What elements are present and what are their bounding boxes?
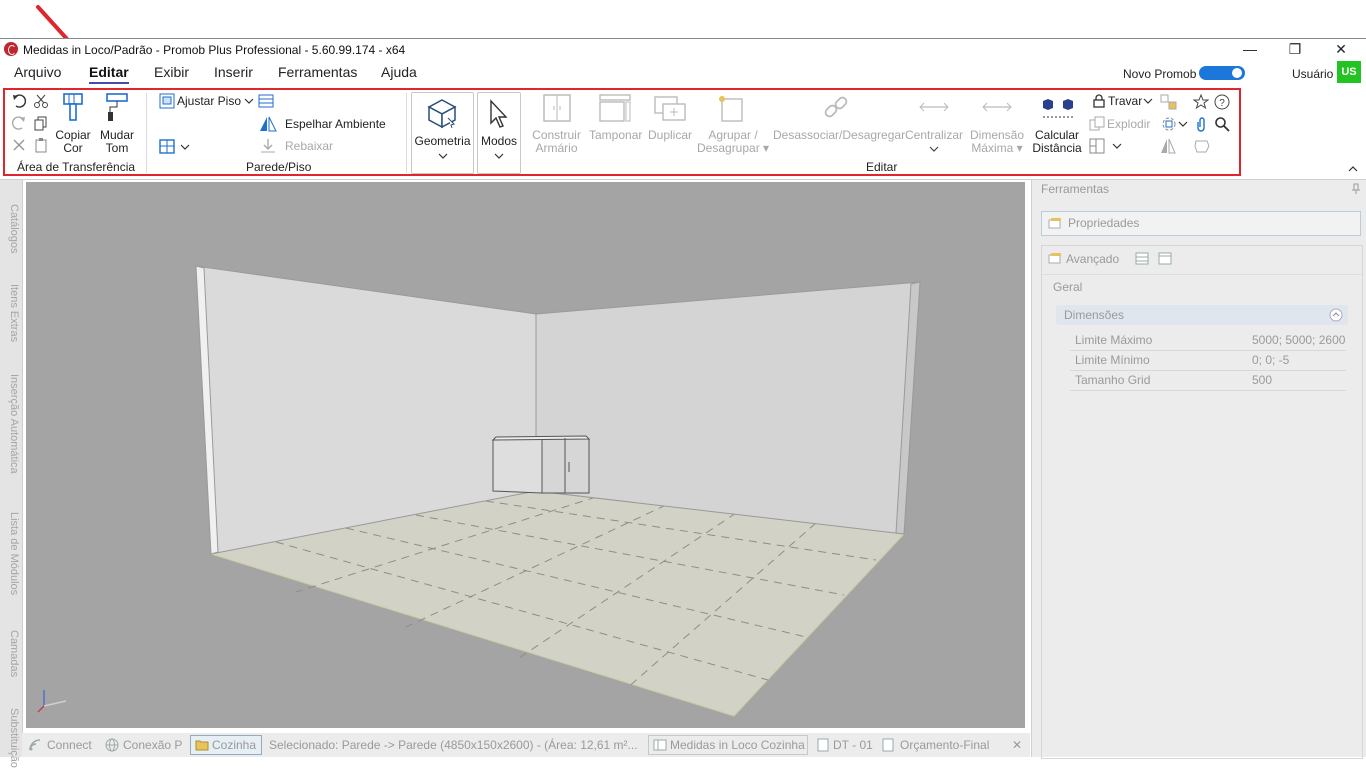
user-avatar[interactable]: US	[1337, 61, 1361, 83]
list-view-icon[interactable]	[1135, 252, 1149, 265]
advanced-properties: Avançado Geral Dimensões Limite Máximo 5…	[1041, 245, 1363, 759]
medidas-doc-tab[interactable]: Medidas in Loco Cozinha	[648, 735, 808, 755]
property-row: Tamanho Grid 500	[1070, 370, 1346, 391]
novo-promob-toggle[interactable]	[1199, 66, 1245, 80]
section-dimensoes[interactable]: Dimensões	[1056, 305, 1348, 325]
status-bar: Connect Conexão P Cozinha Selecionado: P…	[22, 733, 1030, 757]
selection-status: Selecionado: Parede -> Parede (4850x150x…	[269, 738, 638, 752]
divider	[1042, 274, 1362, 275]
collapse-ribbon-icon[interactable]	[1348, 165, 1358, 173]
tab-catalogos[interactable]: Catálogos	[2, 204, 20, 254]
folder-icon	[195, 740, 209, 751]
restore-button[interactable]: ❐	[1272, 39, 1318, 61]
minimize-button[interactable]: —	[1227, 39, 1273, 61]
menu-bar: Arquivo Editar Exibir Inserir Ferramenta…	[0, 60, 1366, 86]
promob-logo-icon	[4, 42, 18, 56]
tab-insercao-automatica[interactable]: Inserção Automática	[2, 374, 20, 474]
tab-geral[interactable]: Geral	[1053, 280, 1082, 294]
conexao-status[interactable]: Conexão P	[123, 738, 182, 752]
menu-ferramentas[interactable]: Ferramentas	[278, 64, 357, 80]
annotation-highlight-box	[3, 88, 1241, 176]
properties-icon	[1048, 218, 1061, 229]
close-tab-button[interactable]: ✕	[1012, 738, 1022, 752]
connect-icon	[29, 739, 41, 751]
collapse-up-icon[interactable]	[1329, 308, 1343, 322]
row-value[interactable]: 500	[1252, 373, 1272, 387]
grid-view-icon[interactable]	[1158, 252, 1172, 265]
cozinha-label: Cozinha	[212, 738, 257, 752]
avancado-label[interactable]: Avançado	[1066, 252, 1119, 266]
row-label: Limite Mínimo	[1075, 353, 1150, 367]
dt-tab[interactable]: DT - 01	[833, 738, 873, 752]
document-icon	[882, 738, 894, 752]
tab-substituicao[interactable]: Substituição	[2, 708, 20, 768]
connect-status[interactable]: Connect	[47, 738, 92, 752]
row-value[interactable]: 5000; 5000; 2600	[1252, 333, 1345, 347]
menu-exibir[interactable]: Exibir	[154, 64, 189, 80]
close-button[interactable]: ✕	[1318, 39, 1364, 61]
pin-icon[interactable]	[1351, 183, 1361, 195]
tab-itens-extras[interactable]: Itens Extras	[2, 284, 20, 342]
row-label: Tamanho Grid	[1075, 373, 1151, 387]
property-row: Limite Mínimo 0; 0; -5	[1070, 350, 1346, 371]
room-scene	[37, 265, 921, 717]
window-title: Medidas in Loco/Padrão - Promob Plus Pro…	[23, 43, 406, 57]
properties-icon	[1048, 253, 1061, 264]
dimensoes-label: Dimensões	[1064, 308, 1125, 322]
menu-arquivo[interactable]: Arquivo	[14, 64, 61, 80]
medidas-doc-label: Medidas in Loco Cozinha	[670, 738, 805, 752]
menu-inserir[interactable]: Inserir	[214, 64, 253, 80]
document-icon	[817, 738, 829, 752]
left-dock: Catálogos Itens Extras Inserção Automáti…	[0, 180, 23, 768]
title-bar: Medidas in Loco/Padrão - Promob Plus Pro…	[0, 38, 1366, 61]
cozinha-tab[interactable]: Cozinha	[190, 735, 262, 755]
menu-editar[interactable]: Editar	[89, 64, 129, 84]
menu-ajuda[interactable]: Ajuda	[381, 64, 417, 80]
property-row: Limite Máximo 5000; 5000; 2600	[1070, 330, 1346, 351]
novo-promob-label: Novo Promob	[1123, 67, 1197, 81]
user-label[interactable]: Usuário	[1292, 67, 1333, 81]
row-value[interactable]: 0; 0; -5	[1252, 353, 1289, 367]
tools-panel: Ferramentas Propriedades Avançado Geral …	[1031, 180, 1366, 759]
document-layout-icon	[653, 739, 667, 751]
tab-lista-de-modulos[interactable]: Lista de Módulos	[2, 512, 20, 595]
orcamento-tab[interactable]: Orçamento-Final	[900, 738, 989, 752]
3d-viewport[interactable]	[26, 182, 1025, 728]
panel-title: Ferramentas	[1041, 182, 1110, 196]
propriedades-label: Propriedades	[1068, 216, 1140, 230]
globe-icon	[105, 738, 119, 752]
row-label: Limite Máximo	[1075, 333, 1153, 347]
tab-camadas[interactable]: Camadas	[2, 630, 20, 677]
propriedades-button[interactable]: Propriedades	[1041, 211, 1361, 236]
